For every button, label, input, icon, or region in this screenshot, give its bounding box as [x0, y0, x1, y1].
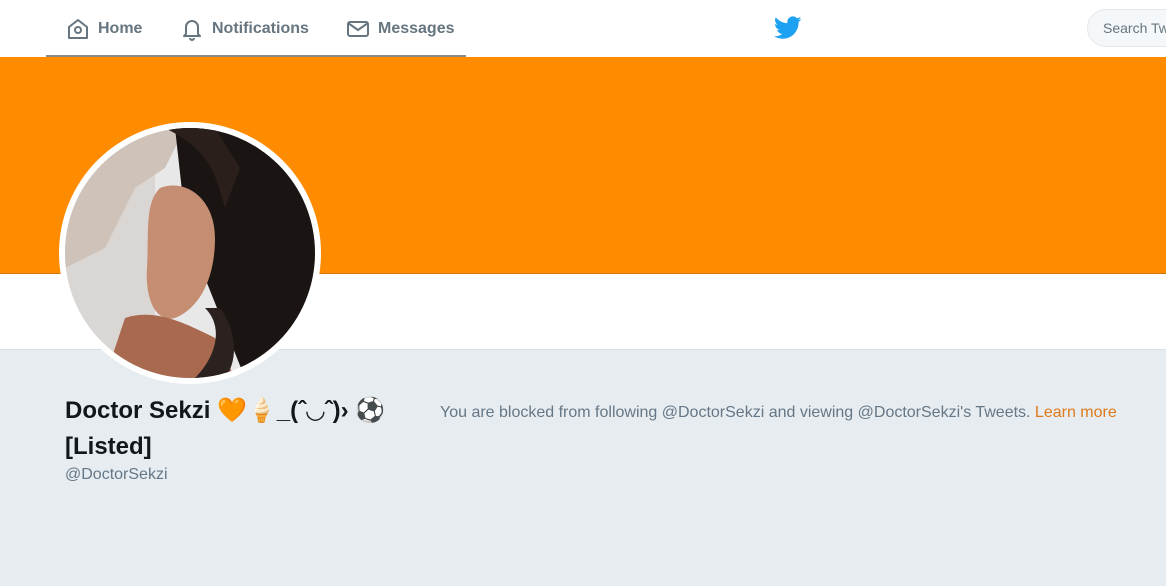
nav-notifications-label: Notifications — [212, 19, 309, 37]
nav-home-label: Home — [98, 19, 143, 37]
profile-handle: @DoctorSekzi — [65, 466, 168, 483]
avatar-image — [65, 128, 315, 378]
blocked-message: You are blocked from following @DoctorSe… — [440, 401, 1140, 425]
top-navigation-bar: Home Notifications Messages — [0, 0, 1166, 57]
avatar[interactable] — [59, 122, 321, 384]
bell-icon — [183, 19, 201, 41]
nav-home[interactable]: Home — [66, 0, 142, 57]
blocked-text: You are blocked from following @DoctorSe… — [440, 404, 1035, 421]
envelope-icon — [347, 20, 369, 37]
profile-display-name: Doctor Sekzi 🧡🍦_(ˆ◡ˆ)› ⚽ [Listed] — [65, 397, 386, 460]
home-icon — [68, 18, 88, 39]
search-input[interactable] — [1087, 9, 1166, 47]
nav-notifications[interactable]: Notifications — [180, 0, 309, 57]
nav-messages[interactable]: Messages — [346, 0, 455, 57]
nav-messages-label: Messages — [378, 19, 455, 37]
learn-more-link[interactable]: Learn more — [1035, 404, 1117, 421]
twitter-bird-icon[interactable] — [774, 16, 802, 45]
nav-group: Home Notifications Messages — [46, 0, 466, 57]
